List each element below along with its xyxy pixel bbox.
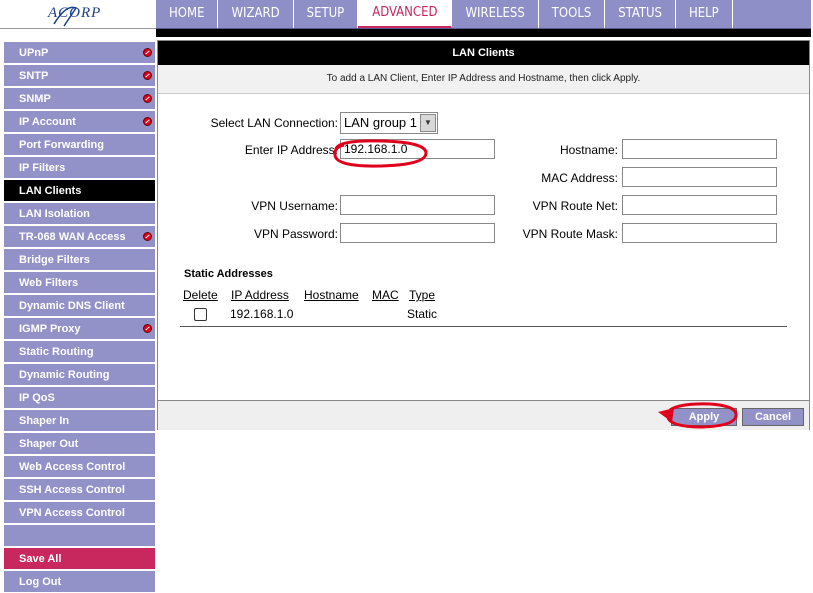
lan-connection-select[interactable]: LAN group 1 ▼ xyxy=(340,112,438,134)
vpn-route-mask-input[interactable] xyxy=(622,223,777,243)
delete-checkbox[interactable] xyxy=(194,308,207,321)
chevron-down-icon[interactable]: ▼ xyxy=(420,114,436,132)
sidebar-item-vpn-access-control[interactable]: VPN Access Control xyxy=(4,502,155,524)
sidebar-item-label: SSH Access Control xyxy=(19,484,125,496)
alert-icon xyxy=(143,232,152,241)
sidebar-item-label: Shaper Out xyxy=(19,438,79,450)
alert-icon xyxy=(143,94,152,103)
vpn-route-mask-label: VPN Route Mask: xyxy=(522,227,618,241)
sidebar-item-label: SNTP xyxy=(19,70,49,82)
sidebar-item-label: IGMP Proxy xyxy=(19,323,81,335)
sidebar-item-label: Bridge Filters xyxy=(19,254,90,266)
sidebar-item-label: LAN Isolation xyxy=(19,208,90,220)
sidebar-spacer xyxy=(4,525,155,547)
sidebar-item-label: Port Forwarding xyxy=(19,139,104,151)
vpn-password-input[interactable] xyxy=(340,223,495,243)
sidebar-item-label: UPnP xyxy=(19,47,49,59)
sidebar-item-label: VPN Access Control xyxy=(19,507,125,519)
alert-icon xyxy=(143,324,152,333)
sidebar-item-port-forwarding[interactable]: Port Forwarding xyxy=(4,134,155,156)
table-divider xyxy=(180,326,787,327)
sidebar-item-label: IP QoS xyxy=(19,392,55,404)
sidebar-item-static-routing[interactable]: Static Routing xyxy=(4,341,155,363)
log-out-button[interactable]: Log Out xyxy=(4,571,155,593)
hostname-input[interactable] xyxy=(622,139,777,159)
sidebar-item-ip-filters[interactable]: IP Filters xyxy=(4,157,155,179)
sidebar-item-tr068-wan-access[interactable]: TR-068 WAN Access xyxy=(4,226,155,248)
select-lan-label: Select LAN Connection: xyxy=(210,116,338,130)
sidebar-item-igmp-proxy[interactable]: IGMP Proxy xyxy=(4,318,155,340)
sidebar-item-label: LAN Clients xyxy=(19,185,82,197)
logo-text: ACORP xyxy=(48,5,102,21)
sidebar-item-snmp[interactable]: SNMP xyxy=(4,88,155,110)
sidebar-item-web-access-control[interactable]: Web Access Control xyxy=(4,456,155,478)
ip-address-label: Enter IP Address: xyxy=(244,143,338,157)
mac-address-label: MAC Address: xyxy=(541,171,618,185)
tab-setup[interactable]: SETUP xyxy=(294,0,359,28)
sidebar-item-shaper-out[interactable]: Shaper Out xyxy=(4,433,155,455)
column-header-mac: MAC xyxy=(372,288,399,302)
column-header-delete: Delete xyxy=(183,288,218,302)
row-ip-address: 192.168.1.0 xyxy=(230,307,294,321)
sidebar-item-lan-clients[interactable]: LAN Clients xyxy=(4,180,155,202)
alert-icon xyxy=(143,71,152,80)
vpn-password-label: VPN Password: xyxy=(253,227,338,241)
static-addresses-title: Static Addresses xyxy=(184,268,273,280)
vpn-username-label: VPN Username: xyxy=(251,199,338,213)
sidebar-item-web-filters[interactable]: Web Filters xyxy=(4,272,155,294)
sidebar-item-label: Web Filters xyxy=(19,277,79,289)
sidebar-item-ip-qos[interactable]: IP QoS xyxy=(4,387,155,409)
sidebar-item-label: Static Routing xyxy=(19,346,94,358)
column-header-ip-address: IP Address xyxy=(231,288,289,302)
tab-help[interactable]: HELP xyxy=(676,0,733,28)
lan-connection-value: LAN group 1 xyxy=(344,115,417,130)
column-header-hostname: Hostname xyxy=(304,288,359,302)
sidebar-item-shaper-in[interactable]: Shaper In xyxy=(4,410,155,432)
sidebar-item-dynamic-routing[interactable]: Dynamic Routing xyxy=(4,364,155,386)
lan-clients-panel: LAN Clients To add a LAN Client, Enter I… xyxy=(157,40,810,430)
top-navigation: HOME WIZARD SETUP ADVANCED WIRELESS TOOL… xyxy=(156,0,811,29)
sidebar-item-label: Web Access Control xyxy=(19,461,126,473)
alert-icon xyxy=(143,48,152,57)
header-divider xyxy=(156,29,811,37)
acorp-logo: ACORP xyxy=(0,0,156,29)
vpn-route-net-input[interactable] xyxy=(622,195,777,215)
save-all-button[interactable]: Save All xyxy=(4,548,155,570)
mac-address-input[interactable] xyxy=(622,167,777,187)
sidebar-item-upnp[interactable]: UPnP xyxy=(4,42,155,64)
sidebar-item-label: IP Account xyxy=(19,116,76,128)
sidebar-item-sntp[interactable]: SNTP xyxy=(4,65,155,87)
row-type: Static xyxy=(407,307,438,321)
sidebar-item-lan-isolation[interactable]: LAN Isolation xyxy=(4,203,155,225)
sidebar-item-label: Shaper In xyxy=(19,415,70,427)
tab-wizard[interactable]: WIZARD xyxy=(218,0,294,28)
column-header-type: Type xyxy=(409,288,436,302)
hostname-label: Hostname: xyxy=(559,143,618,157)
sidebar-item-ssh-access-control[interactable]: SSH Access Control xyxy=(4,479,155,501)
vpn-route-net-label: VPN Route Net: xyxy=(532,199,618,213)
sidebar-item-label: SNMP xyxy=(19,93,51,105)
tab-advanced[interactable]: ADVANCED xyxy=(358,0,453,28)
annotation-circle-apply xyxy=(658,402,738,429)
page-description: To add a LAN Client, Enter IP Address an… xyxy=(158,65,809,94)
tab-wireless[interactable]: WIRELESS xyxy=(452,0,539,28)
vpn-username-input[interactable] xyxy=(340,195,495,215)
sidebar-item-label: IP Filters xyxy=(19,162,66,174)
sidebar-item-label: TR-068 WAN Access xyxy=(19,231,126,243)
sidebar-item-label: Dynamic DNS Client xyxy=(19,300,125,312)
page-title: LAN Clients xyxy=(158,41,809,65)
alert-icon xyxy=(143,117,152,126)
tab-tools[interactable]: TOOLS xyxy=(539,0,606,28)
annotation-circle-ip xyxy=(333,139,428,168)
cancel-button[interactable]: Cancel xyxy=(742,408,804,426)
sidebar-item-bridge-filters[interactable]: Bridge Filters xyxy=(4,249,155,271)
sidebar: UPnP SNTP SNMP IP Account Port Forwardin… xyxy=(0,40,156,593)
sidebar-item-dynamic-dns-client[interactable]: Dynamic DNS Client xyxy=(4,295,155,317)
sidebar-item-ip-account[interactable]: IP Account xyxy=(4,111,155,133)
sidebar-item-label: Dynamic Routing xyxy=(19,369,110,381)
tab-status[interactable]: STATUS xyxy=(605,0,676,28)
tab-home[interactable]: HOME xyxy=(156,0,219,28)
